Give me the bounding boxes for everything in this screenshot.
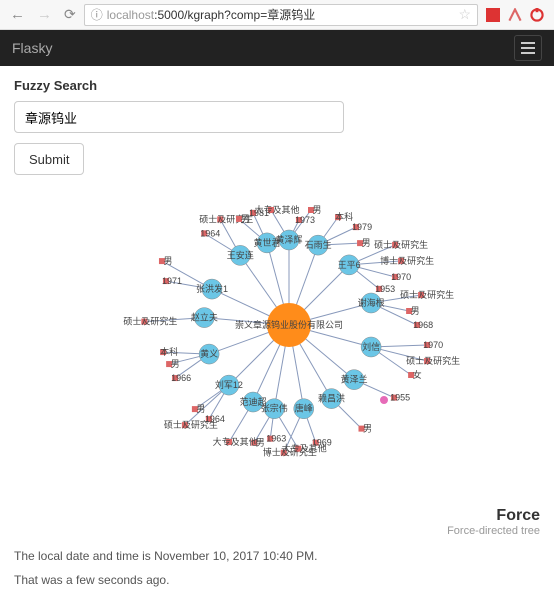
url-bar[interactable]: ⓘ localhost:5000/kgraph?comp=章源钨业 ☆ <box>84 4 478 26</box>
bookmark-icon[interactable]: ☆ <box>458 6 471 23</box>
graph-caption: Force Force-directed tree <box>0 507 554 541</box>
search-input[interactable] <box>14 101 344 133</box>
url-path: :5000/kgraph?comp=章源钨业 <box>154 6 315 23</box>
main-content: Fuzzy Search Submit 崇义章源钨业股份有限公司黄泽辉石雨生王平… <box>0 66 554 507</box>
graph-attr-label: 本科 <box>160 346 178 357</box>
url-host: localhost <box>107 8 154 22</box>
graph-person-label: 王平6 <box>338 260 361 270</box>
submit-button[interactable]: Submit <box>14 143 84 175</box>
graph-attr-label: 男 <box>362 238 371 248</box>
graph-attr-label: 1973 <box>295 215 315 225</box>
graph-attr-label: 大专及其他 <box>213 436 258 447</box>
extension-icon-1[interactable] <box>486 8 500 22</box>
datetime-line: The local date and time is November 10, … <box>14 549 540 563</box>
graph-person-label: 唐峰 <box>295 403 313 414</box>
graph-attr-label: 1970 <box>391 272 411 282</box>
graph-attr-label: 1979 <box>352 222 372 232</box>
graph-person-label: 黄义 <box>200 348 218 359</box>
graph-attr-label: 1955 <box>390 393 410 403</box>
graph-attr-label: 本科 <box>335 211 353 222</box>
graph-attr-label: 硕士及研究生 <box>123 316 177 327</box>
graph-attr-label: 1964 <box>200 228 220 238</box>
graph-attr-label: 硕士及研究生 <box>406 355 460 366</box>
graph-person-label: 黄世君 <box>253 237 280 248</box>
graph-attr-label: 1966 <box>171 373 191 383</box>
graph-person-label: 谢海根 <box>358 297 385 308</box>
graph-person-label: 刘军12 <box>215 379 243 390</box>
graph-attr-label: 男 <box>363 424 372 434</box>
graph-attr-label: 男 <box>240 214 249 224</box>
app-title: Flasky <box>12 40 52 56</box>
graph-person-label: 王安连 <box>227 249 254 260</box>
graph-person-label: 赖昌洪 <box>318 393 345 404</box>
back-button[interactable]: ← <box>6 6 29 23</box>
graph-attr-label: 男 <box>196 404 205 414</box>
footer-text: The local date and time is November 10, … <box>0 541 554 605</box>
graph-center-label: 崇义章源钨业股份有限公司 <box>235 319 343 330</box>
graph-caption-title: Force <box>0 507 540 525</box>
force-graph[interactable]: 崇义章源钨业股份有限公司黄泽辉石雨生王平6谢海根刘信黄泽兰赖昌洪唐峰张宗伟范迪超… <box>14 175 540 495</box>
graph-attr-label: 女 <box>413 369 422 380</box>
graph-person-label: 刘信 <box>362 341 380 352</box>
graph-attr-label: 硕士及研究生 <box>400 289 454 300</box>
graph-person-label: 石雨生 <box>305 239 332 250</box>
graph-attr-label: 1968 <box>413 320 433 330</box>
app-navbar: Flasky <box>0 30 554 66</box>
graph-attr-label: 男 <box>171 359 180 369</box>
graph-person-label: 张洪发1 <box>196 283 228 294</box>
extension-icon-2[interactable] <box>508 8 522 22</box>
graph-attr-label: 硕士及研究生 <box>374 239 428 250</box>
reload-button[interactable]: ⟳ <box>60 6 80 23</box>
browser-toolbar: ← → ⟳ ⓘ localhost:5000/kgraph?comp=章源钨业 … <box>0 0 554 30</box>
graph-attr-label: 1970 <box>423 340 443 350</box>
graph-outlier-node[interactable] <box>380 396 388 404</box>
graph-person-label: 黄泽兰 <box>341 374 368 385</box>
forward-button[interactable]: → <box>33 6 56 23</box>
search-label: Fuzzy Search <box>14 78 540 93</box>
graph-attr-label: 1971 <box>162 276 182 286</box>
graph-attr-label: 1953 <box>375 284 395 294</box>
graph-attr-label: 硕士及研究生 <box>164 419 218 430</box>
graph-attr-label: 1963 <box>266 434 286 444</box>
graph-attr-label: 大专及其他 <box>282 443 327 454</box>
url-info-icon: ⓘ <box>91 6 103 23</box>
graph-attr-label: 男 <box>411 306 420 316</box>
graph-attr-label: 博士及研究生 <box>380 255 434 266</box>
graph-person-label: 赵立夫 <box>191 312 218 323</box>
graph-attr-label: 男 <box>312 205 321 215</box>
graph-attr-label: 1981 <box>249 208 269 218</box>
extension-icons <box>482 8 548 22</box>
graph-person-label: 范迪超 <box>240 396 267 407</box>
graph-attr-label: 男 <box>163 256 172 266</box>
relative-time-line: That was a few seconds ago. <box>14 573 540 587</box>
menu-toggle-button[interactable] <box>514 35 542 61</box>
extension-icon-3[interactable] <box>530 8 544 22</box>
